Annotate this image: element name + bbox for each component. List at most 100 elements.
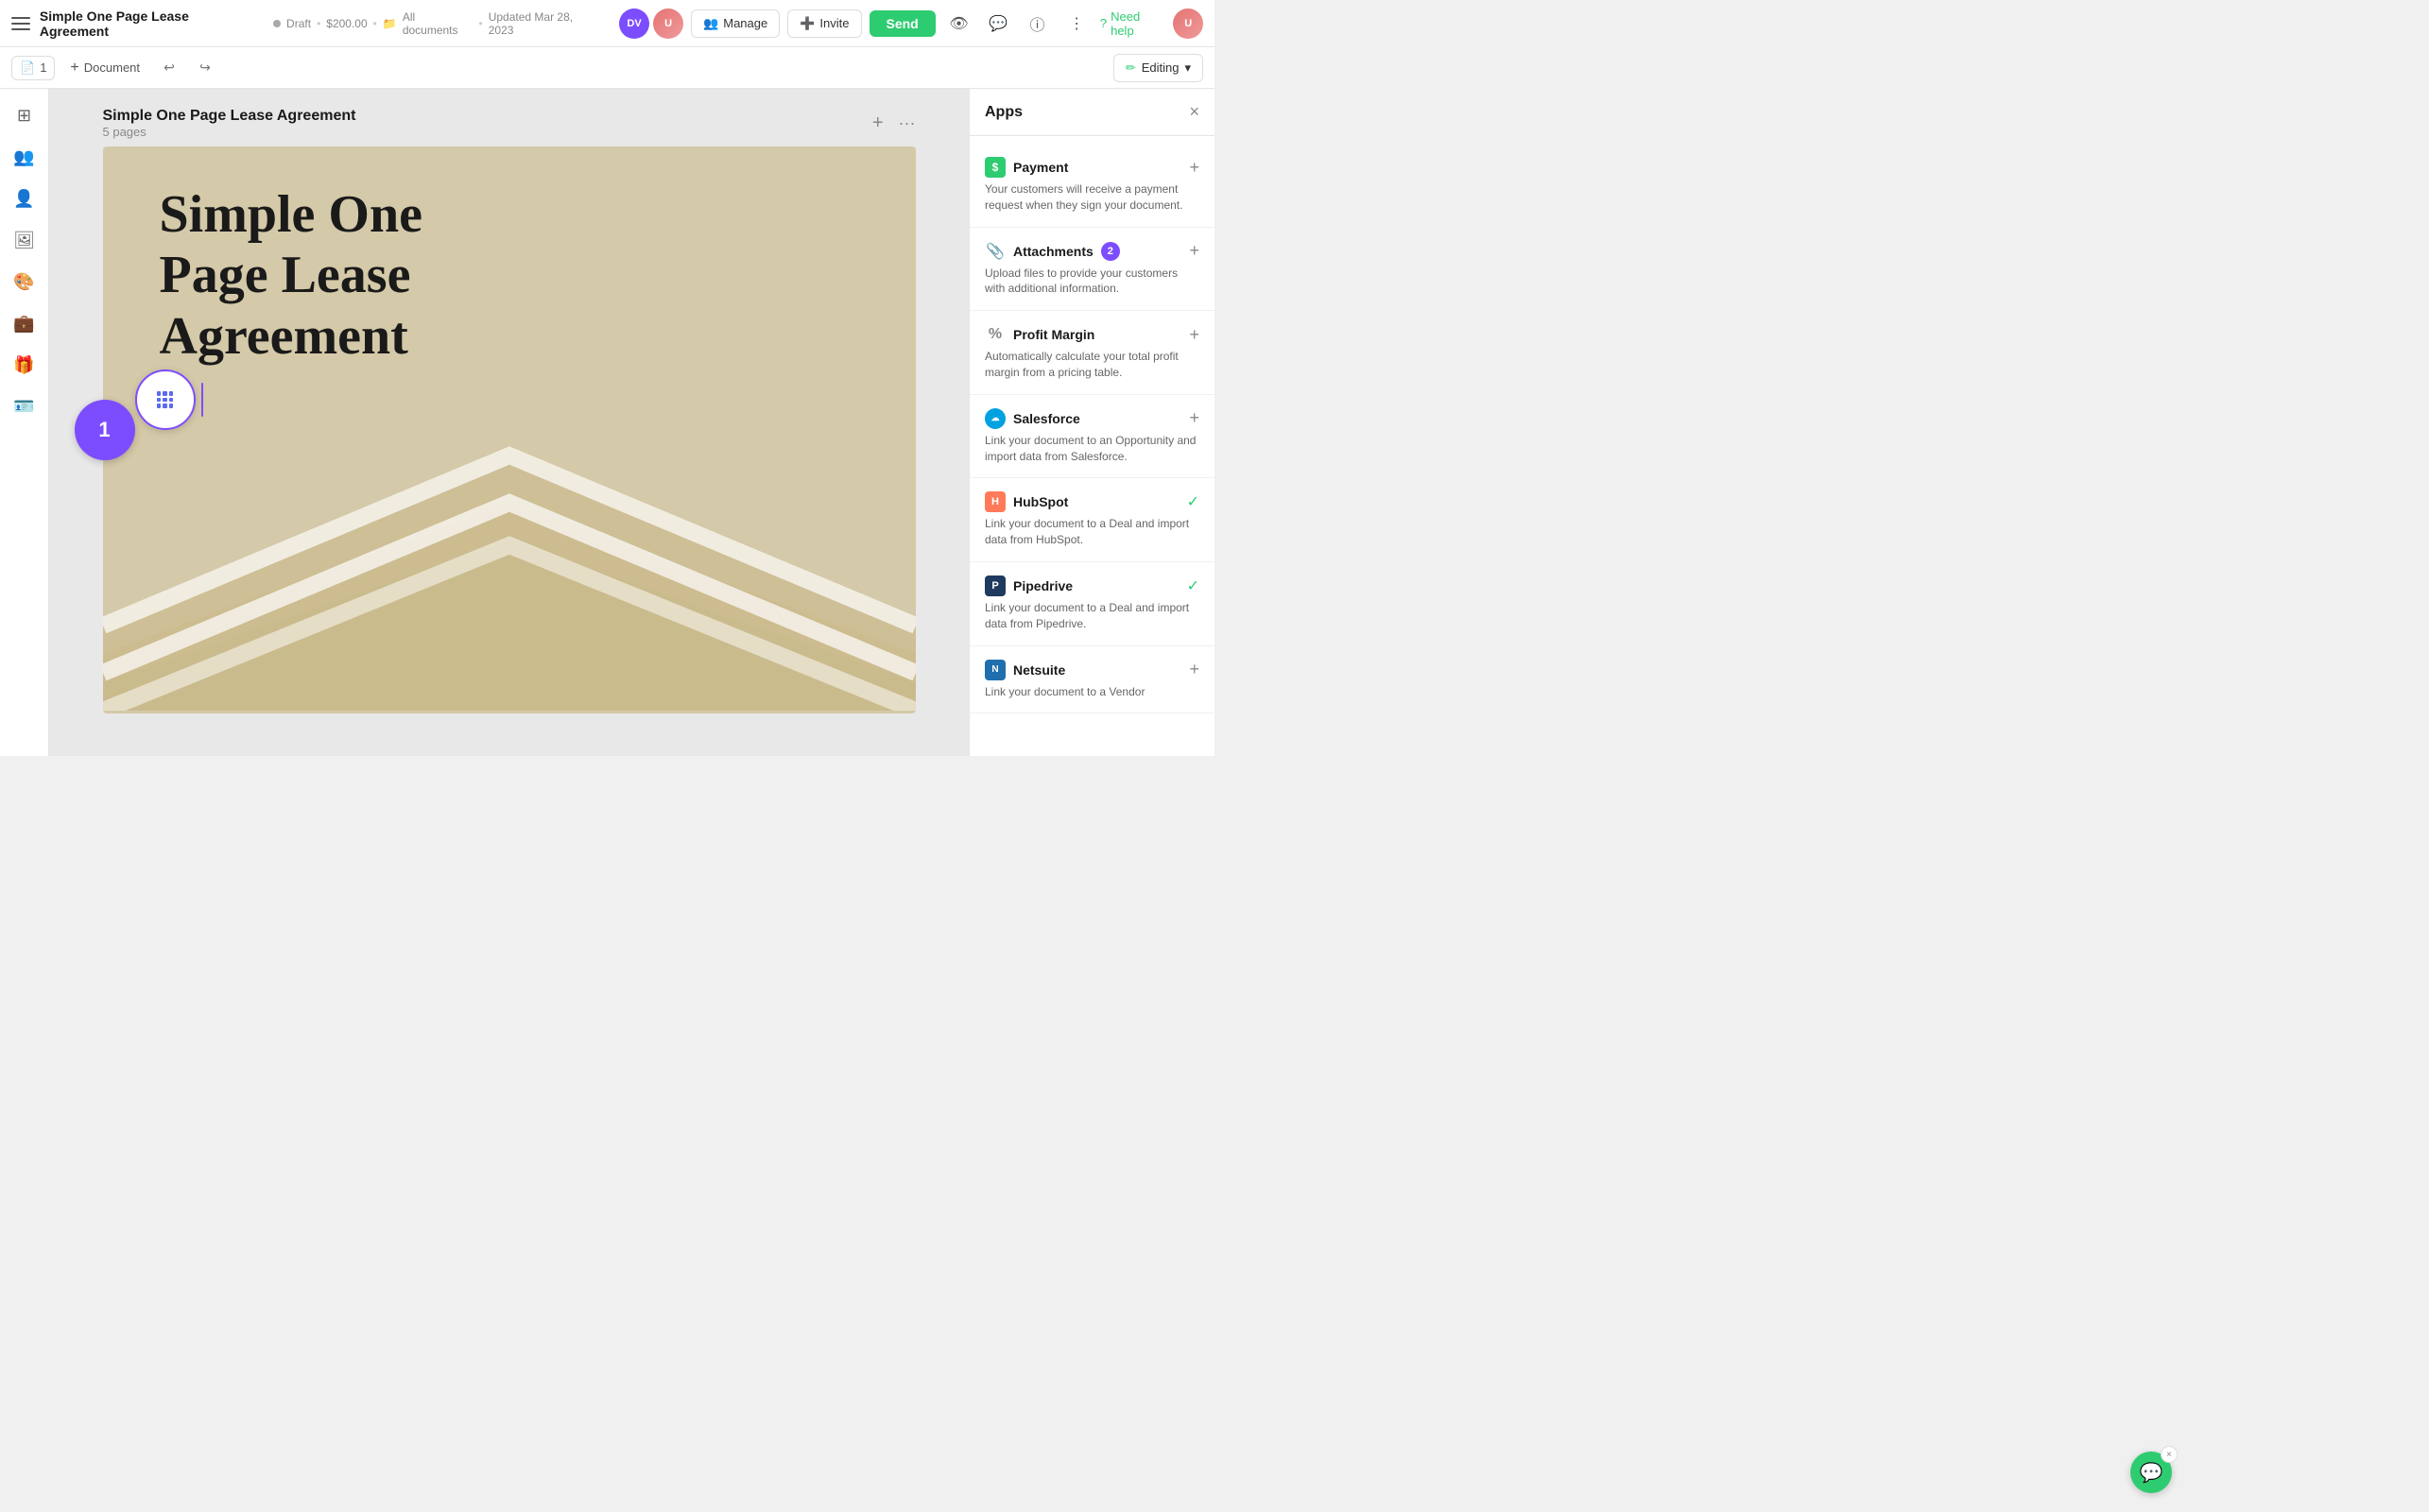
- document-page: Simple OnePage LeaseAgreement: [103, 146, 916, 713]
- editing-button[interactable]: ✏ Editing ▾: [1113, 54, 1203, 82]
- doc-pages: 5 pages: [103, 125, 356, 139]
- send-button[interactable]: Send: [870, 10, 936, 37]
- invite-icon: ➕: [800, 16, 815, 31]
- toolbar: 📄 1 + Document ↩ ↪ ✏ Editing ▾: [0, 47, 1214, 89]
- profit-add-button[interactable]: +: [1189, 325, 1199, 345]
- app-netsuite-title: N Netsuite: [985, 660, 1065, 680]
- app-payment-title: $ Payment: [985, 157, 1068, 178]
- hubspot-icon: H: [985, 491, 1006, 512]
- manage-button[interactable]: 👥 Manage: [691, 9, 780, 38]
- chat-icon-button[interactable]: 💬: [982, 8, 1014, 40]
- app-profit-margin: % Profit Margin + Automatically calculat…: [970, 311, 1214, 395]
- sidebar-users-button[interactable]: 👥: [6, 138, 43, 176]
- pipedrive-check-icon: ✓: [1187, 576, 1199, 595]
- sidebar-user-button[interactable]: 👤: [6, 180, 43, 217]
- app-salesforce: ☁ Salesforce + Link your document to an …: [970, 395, 1214, 479]
- pipedrive-icon: P: [985, 576, 1006, 596]
- help-link[interactable]: ? Need help: [1100, 9, 1166, 38]
- app-attachments: 📎 Attachments 2 + Upload files to provid…: [970, 228, 1214, 312]
- avatar-group: DV U: [619, 9, 683, 39]
- vertical-divider: [201, 383, 203, 417]
- netsuite-add-button[interactable]: +: [1189, 660, 1199, 679]
- salesforce-add-button[interactable]: +: [1189, 408, 1199, 428]
- document-area: Simple One Page Lease Agreement 5 pages …: [49, 89, 969, 756]
- chevron-decoration: [103, 333, 916, 713]
- app-hubspot: H HubSpot ✓ Link your document to a Deal…: [970, 478, 1214, 562]
- circle-2-apps-icon[interactable]: [135, 369, 196, 430]
- main-layout: ⊞ 👥 👤 🖼 🎨 💼 🎁 🪪 Simple One Page Lease Ag…: [0, 89, 1214, 756]
- app-profit-title: % Profit Margin: [985, 324, 1094, 345]
- sidebar-idcard-button[interactable]: 🪪: [6, 387, 43, 425]
- doc-add-section-button[interactable]: +: [872, 112, 884, 134]
- sidebar-briefcase-button[interactable]: 💼: [6, 304, 43, 342]
- doc-more-button[interactable]: ···: [899, 113, 916, 133]
- salesforce-description: Link your document to an Opportunity and…: [985, 433, 1199, 465]
- doc-price: $200.00: [326, 17, 367, 30]
- grid-icon: [157, 391, 174, 408]
- avatar-dv: DV: [619, 9, 649, 39]
- payment-add-button[interactable]: +: [1189, 158, 1199, 178]
- editing-pencil-icon: ✏: [1126, 60, 1136, 76]
- document-title: Simple One Page Lease Agreement: [40, 9, 260, 39]
- info-icon-button[interactable]: ⓘ: [1022, 8, 1054, 40]
- doc-meta: Draft • $200.00 • 📁 All documents • Upda…: [273, 10, 600, 37]
- invite-button[interactable]: ➕ Invite: [787, 9, 861, 38]
- doc-header: Simple One Page Lease Agreement 5 pages …: [103, 108, 916, 139]
- doc-folder: All documents: [403, 10, 474, 37]
- status-dot: [273, 20, 281, 27]
- eye-icon-button[interactable]: 👁: [943, 8, 975, 40]
- editing-chevron-icon: ▾: [1184, 60, 1191, 76]
- profit-description: Automatically calculate your total profi…: [985, 349, 1199, 381]
- page-count[interactable]: 📄 1: [11, 56, 55, 80]
- add-icon: +: [70, 60, 78, 77]
- add-document-button[interactable]: + Document: [62, 56, 147, 80]
- app-pipedrive-title: P Pipedrive: [985, 576, 1073, 596]
- chat-bubble-button[interactable]: 💬 ×: [2130, 1452, 2172, 1493]
- doc-updated: Updated Mar 28, 2023: [489, 10, 600, 37]
- sidebar-apps-button[interactable]: ⊞: [6, 96, 43, 134]
- dismiss-chat-button[interactable]: ×: [2161, 1446, 2178, 1463]
- nav-right: DV U 👥 Manage ➕ Invite Send 👁 💬 ⓘ ⋮ ? Ne…: [619, 8, 1203, 40]
- circle-1: 1: [75, 400, 135, 460]
- manage-icon: 👥: [703, 16, 718, 31]
- payment-description: Your customers will receive a payment re…: [985, 181, 1199, 214]
- panel-header: Apps ×: [970, 89, 1214, 136]
- app-payment: $ Payment + Your customers will receive …: [970, 144, 1214, 228]
- user-avatar[interactable]: U: [1173, 9, 1203, 39]
- doc-page-wrapper: 1: [103, 146, 916, 713]
- redo-button[interactable]: ↪: [191, 54, 219, 82]
- doc-status: Draft: [286, 17, 311, 30]
- attachments-add-button[interactable]: +: [1189, 241, 1199, 261]
- sidebar-gift-button[interactable]: 🎁: [6, 346, 43, 384]
- doc-name: Simple One Page Lease Agreement: [103, 108, 356, 125]
- panel-close-button[interactable]: ×: [1189, 102, 1199, 122]
- apps-list: $ Payment + Your customers will receive …: [970, 136, 1214, 756]
- help-icon: ?: [1100, 16, 1107, 30]
- left-sidebar: ⊞ 👥 👤 🖼 🎨 💼 🎁 🪪: [0, 89, 49, 756]
- panel-title: Apps: [985, 104, 1023, 121]
- hamburger-menu[interactable]: [11, 14, 30, 33]
- more-vert-button[interactable]: ⋮: [1060, 8, 1093, 40]
- payment-icon: $: [985, 157, 1006, 178]
- app-salesforce-title: ☁ Salesforce: [985, 408, 1080, 429]
- attach-icon: 📎: [985, 241, 1006, 262]
- salesforce-icon: ☁: [985, 408, 1006, 429]
- app-attachments-title: 📎 Attachments 2: [985, 241, 1120, 262]
- sidebar-image-button[interactable]: 🖼: [6, 221, 43, 259]
- top-nav: Simple One Page Lease Agreement Draft • …: [0, 0, 1214, 47]
- undo-button[interactable]: ↩: [155, 54, 183, 82]
- circles-container: 1: [103, 400, 164, 460]
- attachments-description: Upload files to provide your customers w…: [985, 266, 1199, 298]
- app-pipedrive: P Pipedrive ✓ Link your document to a De…: [970, 562, 1214, 646]
- sidebar-palette-button[interactable]: 🎨: [6, 263, 43, 301]
- pipedrive-description: Link your document to a Deal and import …: [985, 600, 1199, 632]
- app-netsuite: N Netsuite + Link your document to a Ven…: [970, 646, 1214, 714]
- netsuite-icon: N: [985, 660, 1006, 680]
- hubspot-description: Link your document to a Deal and import …: [985, 516, 1199, 548]
- avatar-user: U: [653, 9, 683, 39]
- hubspot-check-icon: ✓: [1187, 492, 1199, 511]
- netsuite-description: Link your document to a Vendor: [985, 684, 1199, 700]
- page-icon: 📄: [20, 60, 35, 76]
- app-hubspot-title: H HubSpot: [985, 491, 1068, 512]
- profit-icon: %: [985, 324, 1006, 345]
